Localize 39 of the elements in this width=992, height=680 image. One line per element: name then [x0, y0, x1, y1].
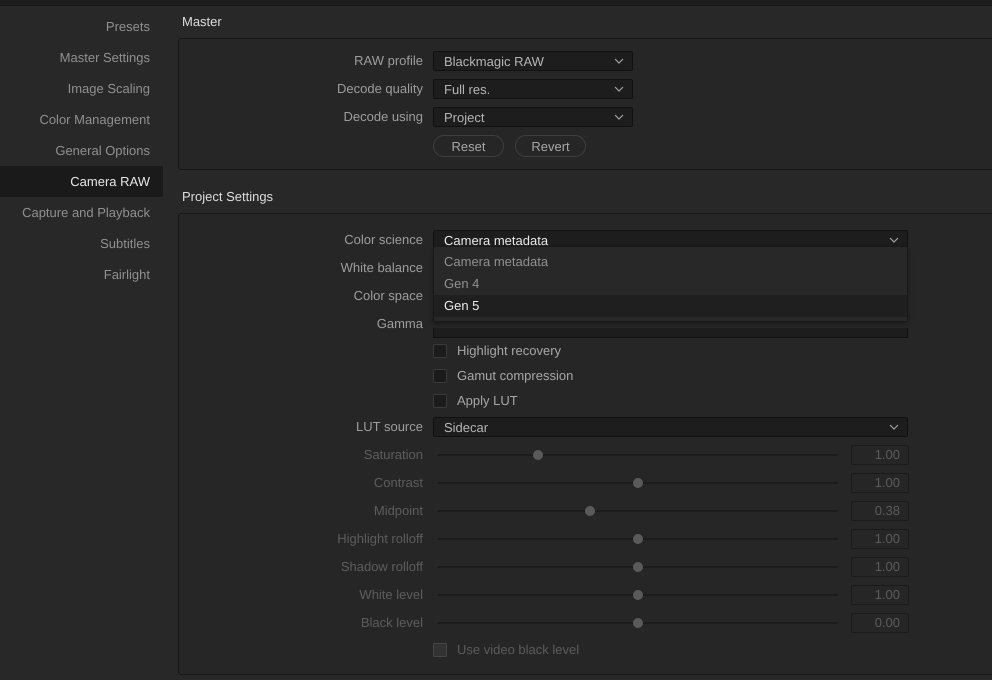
section-title: Master: [181, 13, 223, 31]
field-label: White balance: [340, 259, 423, 277]
sidebar-item[interactable]: General Options: [0, 135, 163, 166]
field-label: Decode using: [342, 108, 423, 126]
menu-item[interactable]: Gen 4: [434, 273, 907, 295]
sidebar-item[interactable]: Color Management: [0, 104, 163, 135]
checkbox[interactable]: [433, 394, 447, 408]
dropdown[interactable]: Blackmagic RAW: [433, 51, 633, 71]
chevron-down-icon: [614, 86, 624, 92]
field-label: Gamma: [376, 315, 423, 333]
field-label: Color space: [354, 287, 423, 305]
dropdown[interactable]: Project: [433, 107, 633, 127]
field-label: RAW profile: [353, 52, 423, 70]
checkbox-label: Apply LUT: [457, 393, 518, 408]
sidebar-item[interactable]: Capture and Playback: [0, 197, 163, 228]
menu-item[interactable]: Camera metadata: [434, 251, 907, 273]
chevron-down-icon: [889, 424, 899, 430]
checkbox-label: Gamut compression: [457, 368, 574, 383]
pill-button[interactable]: Revert: [515, 135, 586, 157]
checkbox[interactable]: [433, 344, 447, 358]
menu-item[interactable]: Gen 5: [434, 295, 907, 317]
chevron-down-icon: [889, 237, 899, 243]
chevron-down-icon: [614, 58, 624, 64]
sidebar-item[interactable]: Master Settings: [0, 42, 163, 73]
chevron-down-icon: [614, 114, 624, 120]
sidebar-item[interactable]: Fairlight: [0, 259, 163, 290]
section-title: Project Settings: [181, 188, 274, 206]
field-label: Decode quality: [336, 80, 423, 98]
sidebar-item[interactable]: Presets: [0, 11, 163, 42]
sidebar-item[interactable]: Camera RAW: [0, 166, 163, 197]
checkbox[interactable]: [433, 368, 447, 382]
sidebar-item[interactable]: Image Scaling: [0, 73, 163, 104]
checkbox-label: Highlight recovery: [457, 343, 562, 358]
dropdown[interactable]: Full res.: [433, 79, 633, 99]
dropdown[interactable]: Sidecar: [433, 417, 908, 437]
field-label: LUT source: [356, 418, 423, 436]
sidebar-item[interactable]: Subtitles: [0, 228, 163, 259]
field-label: Color science: [344, 231, 423, 249]
pill-button[interactable]: Reset: [433, 135, 504, 157]
